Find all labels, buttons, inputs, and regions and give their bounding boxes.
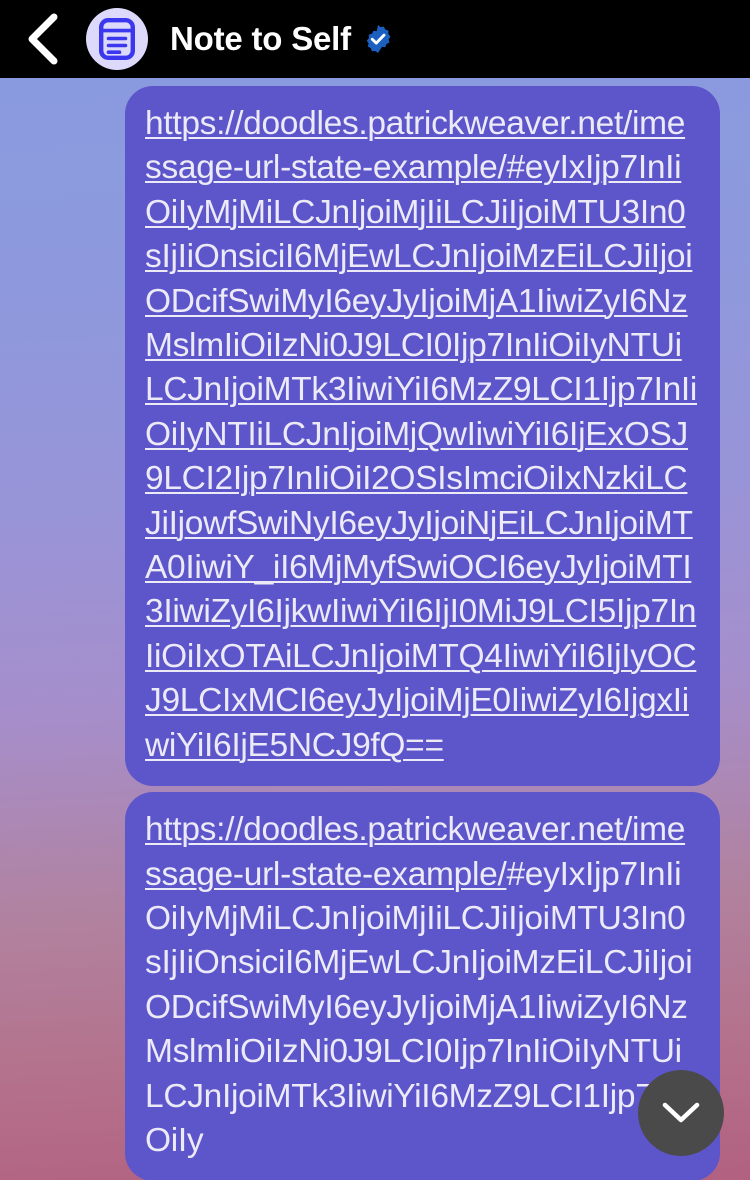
message-row: https://doodles.patrickweaver.net/imessa… <box>0 86 750 787</box>
scroll-to-bottom-button[interactable] <box>638 1070 724 1156</box>
chevron-down-icon <box>661 1100 701 1126</box>
message-row: https://doodles.patrickweaver.net/imessa… <box>0 792 750 1180</box>
notes-document-icon <box>98 17 136 61</box>
message-bubble-1[interactable]: https://doodles.patrickweaver.net/imessa… <box>125 86 720 787</box>
message-2-text[interactable]: https://doodles.patrickweaver.net/imessa… <box>145 808 698 1163</box>
back-button[interactable] <box>14 11 70 67</box>
avatar[interactable] <box>86 8 148 70</box>
message-1-fragment[interactable]: #eyIxIjp7InIiOiIyMjMiLCJnIjoiMjIiLCJiIjo… <box>145 149 697 763</box>
verified-badge <box>363 24 393 54</box>
message-1-link-text[interactable]: https://doodles.patrickweaver.net/imessa… <box>145 102 698 768</box>
message-2-fragment: #eyIxIjp7InIiOiIyMjMiLCJnIjoiMjIiLCJiIjo… <box>145 855 698 1159</box>
message-thread: https://doodles.patrickweaver.net/imessa… <box>0 78 750 1180</box>
message-bubble-2[interactable]: https://doodles.patrickweaver.net/imessa… <box>125 792 720 1180</box>
verified-badge-icon <box>363 24 393 54</box>
conversation-background: https://doodles.patrickweaver.net/imessa… <box>0 78 750 1180</box>
conversation-title-group: Note to Self <box>170 20 736 58</box>
page-title: Note to Self <box>170 20 351 57</box>
chevron-left-icon <box>25 13 59 65</box>
app-bar: Note to Self <box>0 0 750 78</box>
imessage-conversation-screen: https://doodles.patrickweaver.net/imessa… <box>0 0 750 1180</box>
